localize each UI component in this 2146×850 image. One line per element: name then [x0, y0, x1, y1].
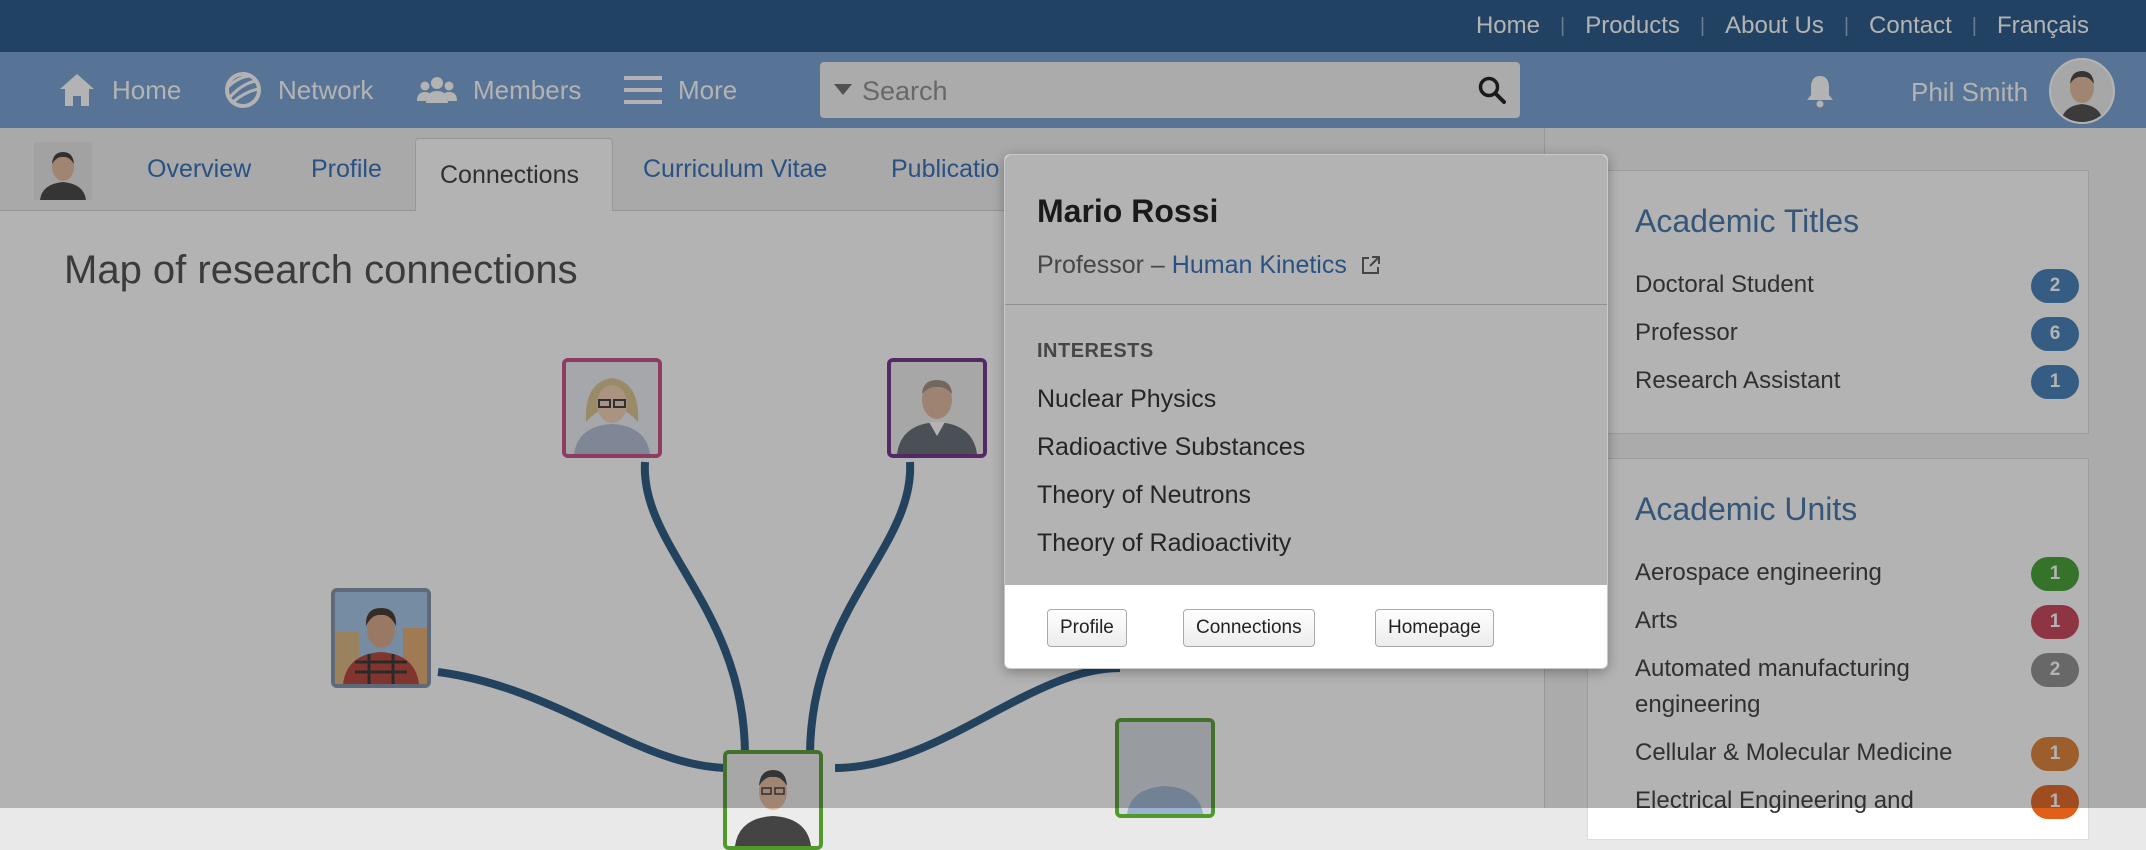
- filter-item[interactable]: Cellular & Molecular Medicine: [1635, 735, 2025, 771]
- count-badge: 1: [2031, 557, 2079, 591]
- academic-titles-heading: Academic Titles: [1635, 203, 1860, 239]
- caret-down-icon[interactable]: [834, 84, 852, 96]
- academic-units-heading: Academic Units: [1635, 491, 1858, 527]
- connection-node-man-plaid[interactable]: [331, 588, 431, 688]
- academic-units-card: Academic Units Aerospace engineering 1 A…: [1587, 458, 2089, 840]
- connection-node-man-suit[interactable]: [887, 358, 987, 458]
- count-badge: 1: [2031, 365, 2079, 399]
- academic-titles-card: Academic Titles Doctoral Student 2 Profe…: [1587, 170, 2089, 434]
- count-badge: 2: [2031, 653, 2079, 687]
- count-badge: 6: [2031, 317, 2079, 351]
- separator: |: [1971, 14, 1977, 37]
- separator: |: [1843, 14, 1850, 37]
- popover-dim: [1005, 155, 1607, 585]
- top-link-contact[interactable]: Contact: [1869, 12, 1952, 40]
- filter-item[interactable]: Electrical Engineering and: [1635, 783, 2025, 819]
- filter-item[interactable]: Aerospace engineering: [1635, 555, 1995, 591]
- connection-node-partial[interactable]: [1115, 718, 1215, 818]
- count-badge: 2: [2031, 269, 2079, 303]
- top-link-language[interactable]: Français: [1997, 12, 2089, 40]
- nav-home-label: Home: [112, 74, 182, 105]
- connections-button[interactable]: Connections: [1183, 609, 1315, 647]
- profile-button[interactable]: Profile: [1047, 609, 1127, 647]
- person-popover: Mario Rossi Professor – Human Kinetics I…: [1004, 154, 1608, 669]
- hamburger-icon: [624, 76, 662, 104]
- nav-network-label: Network: [278, 74, 374, 105]
- network-icon: [225, 72, 261, 108]
- bell-icon[interactable]: [1805, 74, 1835, 108]
- nav-more-label: More: [678, 74, 738, 105]
- filter-item[interactable]: Doctoral Student: [1635, 267, 1995, 303]
- nav-members[interactable]: Members: [417, 52, 581, 128]
- top-links: Home | Products | About Us | Contact | F…: [1476, 0, 2089, 52]
- homepage-button[interactable]: Homepage: [1375, 609, 1494, 647]
- count-badge: 1: [2031, 605, 2079, 639]
- home-icon: [60, 74, 94, 106]
- connection-node-woman[interactable]: [562, 358, 662, 458]
- user-avatar[interactable]: [2049, 58, 2115, 124]
- members-icon: [417, 77, 457, 103]
- count-badge: 1: [2031, 785, 2079, 819]
- filter-item[interactable]: Research Assistant: [1635, 363, 1995, 399]
- nav-network[interactable]: Network: [224, 52, 373, 128]
- separator: |: [1699, 14, 1706, 37]
- separator: |: [1560, 14, 1566, 37]
- top-link-about-us[interactable]: About Us: [1725, 12, 1824, 40]
- nav-home[interactable]: Home: [58, 52, 181, 128]
- top-link-home[interactable]: Home: [1476, 12, 1540, 40]
- filter-item[interactable]: Automated manufacturing engineering: [1635, 651, 1965, 723]
- search-input[interactable]: [860, 62, 1464, 120]
- count-badge: 1: [2031, 737, 2079, 771]
- nav-more[interactable]: More: [624, 52, 737, 128]
- search-box: [820, 62, 1520, 120]
- connection-node-center[interactable]: [723, 750, 823, 850]
- nav-members-label: Members: [473, 74, 582, 105]
- side-panel: Academic Titles Doctoral Student 2 Profe…: [1544, 128, 2146, 840]
- top-link-products[interactable]: Products: [1585, 12, 1680, 40]
- filter-item[interactable]: Arts: [1635, 603, 1995, 639]
- filter-item[interactable]: Professor: [1635, 315, 1995, 351]
- top-bar: Home | Products | About Us | Contact | F…: [0, 0, 2146, 52]
- user-name[interactable]: Phil Smith: [1911, 77, 2028, 108]
- search-icon[interactable]: [1478, 76, 1506, 104]
